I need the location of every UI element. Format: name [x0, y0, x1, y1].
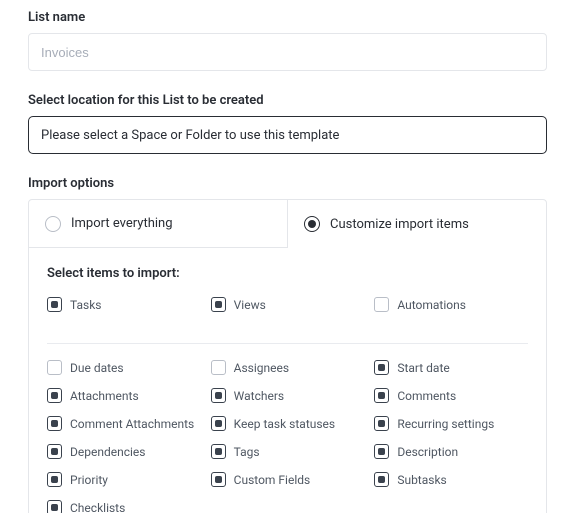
secondary_items-item[interactable]: Start date [374, 360, 528, 375]
primary_items-item[interactable]: Automations [374, 297, 528, 312]
checkbox[interactable] [211, 416, 226, 431]
secondary_items-item-label: Due dates [70, 361, 124, 375]
secondary_items-item[interactable]: Dependencies [47, 444, 201, 459]
primary_items-item-label: Views [234, 298, 266, 312]
list-name-input[interactable] [28, 33, 547, 71]
tab-customize-import-label: Customize import items [330, 217, 469, 232]
secondary_items-item[interactable]: Subtasks [374, 472, 528, 487]
checkbox[interactable] [211, 472, 226, 487]
list-name-label: List name [28, 10, 547, 25]
secondary_items-item-label: Checklists [70, 501, 125, 513]
secondary_items-item[interactable]: Watchers [211, 388, 365, 403]
checkbox[interactable] [211, 388, 226, 403]
secondary_items-item[interactable]: Checklists [47, 500, 201, 513]
secondary_items-item[interactable]: Due dates [47, 360, 201, 375]
checkbox[interactable] [374, 297, 389, 312]
checkbox[interactable] [211, 360, 226, 375]
radio-import-everything[interactable] [45, 216, 61, 232]
secondary-items-grid: Due dates Assignees Start date Attachments W… [47, 360, 528, 513]
secondary_items-item[interactable]: Comments [374, 388, 528, 403]
secondary_items-item-label: Recurring settings [397, 417, 494, 431]
secondary_items-item-label: Attachments [70, 389, 139, 403]
template-import-form: List name Select location for this List … [0, 0, 575, 513]
primary_items-item-label: Automations [397, 298, 466, 312]
import-options-block: Import options Import everything Customi… [28, 176, 547, 513]
secondary_items-item-label: Start date [397, 361, 449, 375]
secondary_items-item-label: Comment Attachments [70, 417, 194, 431]
items-divider [47, 343, 528, 344]
checkbox[interactable] [374, 444, 389, 459]
secondary_items-item-label: Assignees [234, 361, 289, 375]
secondary_items-item[interactable]: Recurring settings [374, 416, 528, 431]
checkbox[interactable] [211, 297, 226, 312]
checkbox[interactable] [374, 360, 389, 375]
import-panel: Import everything Customize import items… [28, 199, 547, 513]
location-select[interactable]: Please select a Space or Folder to use t… [28, 116, 547, 154]
radio-customize-import[interactable] [304, 216, 320, 232]
tab-customize-import[interactable]: Customize import items [288, 200, 546, 248]
tab-import-everything[interactable]: Import everything [29, 200, 288, 248]
checkbox[interactable] [374, 416, 389, 431]
secondary_items-item-label: Priority [70, 473, 108, 487]
primary_items-item[interactable]: Views [211, 297, 365, 312]
secondary_items-item[interactable]: Attachments [47, 388, 201, 403]
tab-import-everything-label: Import everything [71, 216, 173, 231]
checkbox[interactable] [47, 388, 62, 403]
checkbox[interactable] [374, 388, 389, 403]
primary-items-grid: Tasks Views Automations [47, 297, 528, 325]
secondary_items-item[interactable]: Keep task statuses [211, 416, 365, 431]
checkbox[interactable] [47, 472, 62, 487]
select-items-label: Select items to import: [47, 266, 528, 281]
list-name-block: List name [28, 10, 547, 71]
location-select-text: Please select a Space or Folder to use t… [41, 128, 339, 143]
secondary_items-item[interactable]: Tags [211, 444, 365, 459]
import-items-area: Select items to import: Tasks Views Automa… [29, 248, 546, 513]
checkbox[interactable] [374, 472, 389, 487]
secondary_items-item[interactable]: Priority [47, 472, 201, 487]
checkbox[interactable] [47, 500, 62, 513]
checkbox[interactable] [47, 297, 62, 312]
secondary_items-item-label: Subtasks [397, 473, 446, 487]
checkbox[interactable] [47, 360, 62, 375]
secondary_items-item[interactable]: Custom Fields [211, 472, 365, 487]
import-tabs: Import everything Customize import items [29, 200, 546, 248]
secondary_items-item-label: Keep task statuses [234, 417, 335, 431]
primary_items-item[interactable]: Tasks [47, 297, 201, 312]
secondary_items-item-label: Description [397, 445, 458, 459]
secondary_items-item-label: Dependencies [70, 445, 145, 459]
secondary_items-item-label: Comments [397, 389, 456, 403]
checkbox[interactable] [47, 444, 62, 459]
secondary_items-item[interactable]: Assignees [211, 360, 365, 375]
location-label: Select location for this List to be crea… [28, 93, 547, 108]
secondary_items-item[interactable]: Description [374, 444, 528, 459]
checkbox[interactable] [211, 444, 226, 459]
location-block: Select location for this List to be crea… [28, 93, 547, 154]
checkbox[interactable] [47, 416, 62, 431]
secondary_items-item[interactable]: Comment Attachments [47, 416, 201, 431]
primary_items-item-label: Tasks [70, 298, 102, 312]
import-options-label: Import options [28, 176, 547, 191]
secondary_items-item-label: Tags [234, 445, 260, 459]
secondary_items-item-label: Custom Fields [234, 473, 311, 487]
secondary_items-item-label: Watchers [234, 389, 284, 403]
